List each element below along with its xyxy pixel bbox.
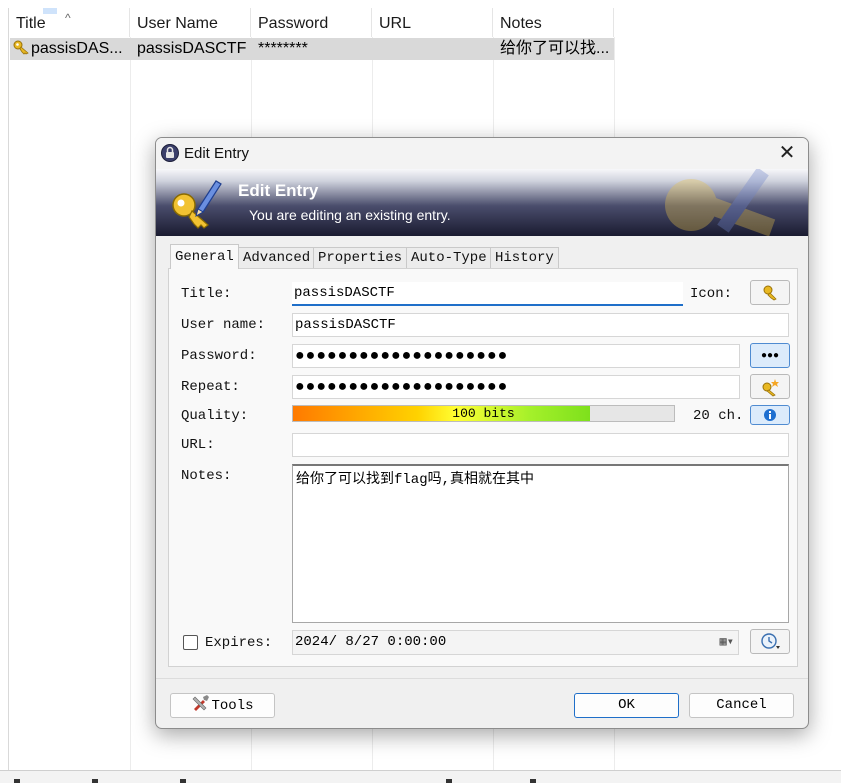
close-button[interactable]: ✕ [772,140,802,166]
general-tab-panel: Title: passisDASCTF Icon: User name: pas… [168,268,798,667]
banner-subtitle: You are editing an existing entry. [249,207,451,223]
dialog-titlebar[interactable]: Edit Entry ✕ [156,138,808,169]
expires-label: Expires: [205,635,273,651]
status-glyph [180,779,186,783]
title-label: Title: [181,286,232,302]
tab-properties[interactable]: Properties [313,247,408,268]
status-glyph [446,779,452,783]
tools-icon [193,695,210,711]
column-header-url[interactable]: URL [372,8,493,37]
quality-info-button[interactable] [750,405,790,425]
expiry-presets-button[interactable] [750,629,790,654]
status-bar [0,770,841,783]
dialog-title: Edit Entry [184,145,250,162]
password-quality-bar: 100 bits [292,405,675,422]
url-label: URL: [181,437,215,453]
close-icon: ✕ [778,142,796,164]
row-username-cell[interactable]: passisDASCTF [137,38,250,60]
row-title-text: passisDAS... [31,40,123,57]
password-length: 20 ch. [693,408,744,424]
key-icon [13,40,29,55]
banner-watermark-icon [665,169,776,236]
url-field[interactable] [292,433,789,457]
title-field[interactable]: passisDASCTF [292,282,683,306]
calendar-dropdown-icon[interactable]: ▦▾ [720,631,734,653]
show-password-button[interactable]: ●●● [750,343,790,368]
password-label: Password: [181,348,257,364]
column-header-notes[interactable]: Notes [493,8,614,37]
expires-checkbox[interactable] [183,635,198,650]
banner-title: Edit Entry [238,181,319,200]
row-password-cell[interactable]: ******** [258,38,371,60]
footer-separator [156,678,808,679]
tools-button-label: Tools [211,698,254,714]
username-field[interactable]: passisDASCTF [292,313,789,337]
repeat-password-field[interactable]: ●●●●●●●●●●●●●●●●●●●● [292,375,740,399]
row-title-cell[interactable]: passisDAS... [13,38,130,60]
ok-button[interactable]: OK [574,693,679,718]
status-glyph [14,779,20,783]
column-header-password[interactable]: Password [251,8,372,37]
key-icon [763,285,777,301]
column-header-username[interactable]: User Name [130,8,251,37]
tab-history[interactable]: History [490,247,559,268]
tab-auto-type[interactable]: Auto-Type [406,247,492,268]
row-notes-cell[interactable]: 给你了可以找... [500,38,613,60]
repeat-label: Repeat: [181,379,240,395]
tools-button[interactable]: Tools [170,693,275,718]
status-glyph [92,779,98,783]
column-header-title-label: Title [16,15,46,32]
expiry-datetime-text: 2024/ 8/27 0:00:00 [295,634,447,650]
password-generator-icon [762,379,779,397]
sort-ascending-icon: ^ [65,11,71,25]
cancel-button[interactable]: Cancel [689,693,794,718]
tab-general[interactable]: General [170,244,239,269]
column-header-title[interactable]: Title ^ [9,8,130,37]
column-divider [130,37,131,770]
icon-picker-button[interactable] [750,280,790,305]
password-field[interactable]: ●●●●●●●●●●●●●●●●●●●● [292,344,740,368]
username-label: User name: [181,317,266,333]
info-icon [764,409,776,421]
clock-icon [761,633,780,649]
generate-password-button[interactable] [750,374,790,399]
icon-label: Icon: [690,286,733,302]
notes-label: Notes: [181,468,232,484]
row-url-cell[interactable] [379,38,492,60]
edit-entry-dialog: Edit Entry ✕ Edit Entry You are editing … [155,137,809,729]
status-glyph [530,779,536,783]
tab-advanced[interactable]: Advanced [238,247,316,268]
quality-bits-text: 100 bits [452,406,515,421]
keepass-lock-icon [161,144,179,162]
dialog-banner: Edit Entry You are editing an existing e… [156,169,808,236]
notes-textarea[interactable]: 给你了可以找到flag吗,真相就在其中 [292,464,789,623]
expiry-datetime-field[interactable]: 2024/ 8/27 0:00:00 ▦▾ [292,630,739,655]
quality-label: Quality: [181,408,249,424]
edit-key-icon [172,180,222,229]
